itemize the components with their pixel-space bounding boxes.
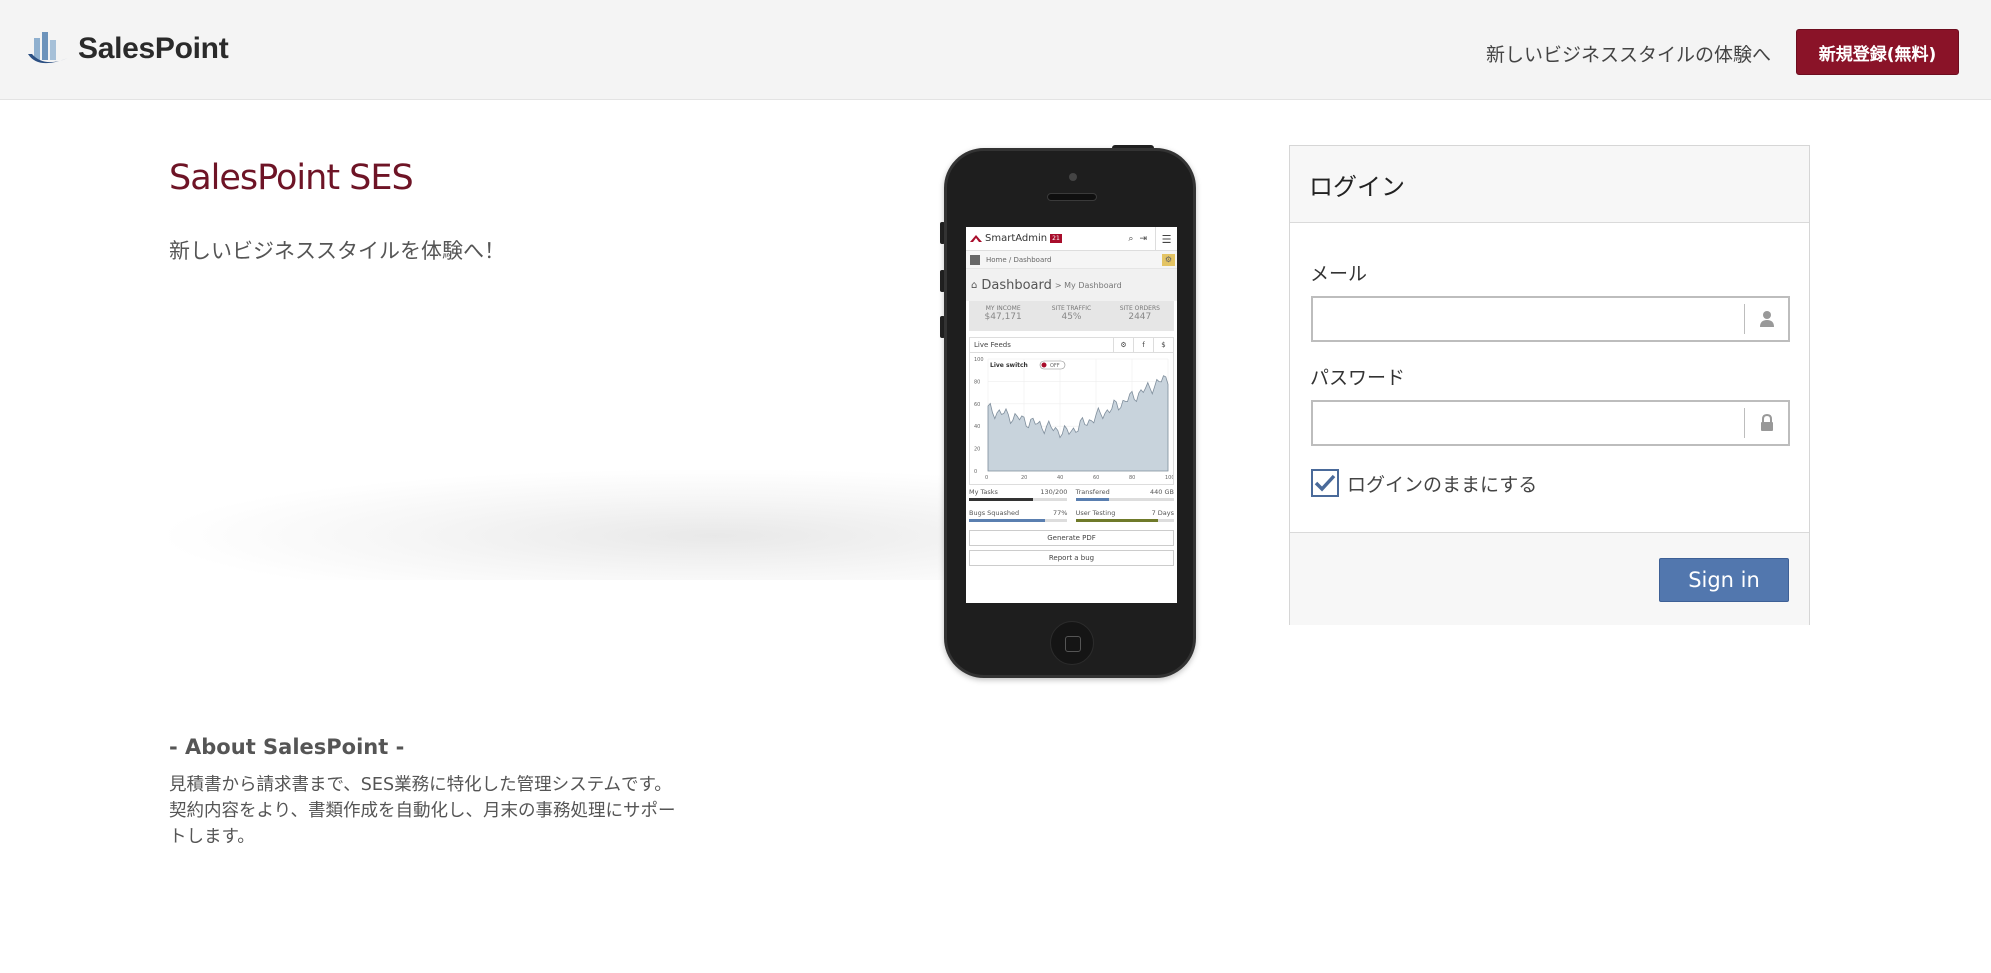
smartadmin-logo-icon bbox=[970, 234, 982, 242]
app-live-chart: 100 80 60 40 20 0 0 20 40 60 80 100 Live switch OFF bbox=[969, 353, 1174, 485]
page-subtitle: 新しいビジネススタイルを体験へ！ bbox=[169, 239, 505, 263]
remember-me-checkbox[interactable] bbox=[1311, 469, 1339, 497]
login-footer: Sign in bbox=[1290, 532, 1809, 625]
app-toolbar-icons: ⌕⇥ bbox=[1128, 234, 1153, 244]
chart-y-tick: 0 bbox=[974, 469, 977, 475]
login-panel: ログイン メール パスワード ログインのままにする Sign in bbox=[1289, 145, 1810, 625]
live-feeds-tab: Live Feeds bbox=[974, 341, 1011, 349]
decorative-swoosh bbox=[169, 470, 949, 580]
breadcrumb-text: Home / Dashboard bbox=[986, 255, 1052, 264]
chart-y-tick: 40 bbox=[974, 424, 980, 430]
app-progress-bars: My Tasks 130/200 Transfered 440 GB Bugs Sq… bbox=[969, 488, 1174, 522]
brand-logo[interactable]: SalesPoint bbox=[24, 28, 229, 70]
header-tagline: 新しいビジネススタイルの体験へ bbox=[1485, 44, 1771, 66]
register-button[interactable]: 新規登録(無料) bbox=[1796, 29, 1959, 75]
password-label: パスワード bbox=[1310, 367, 1406, 389]
chart-y-tick: 80 bbox=[974, 379, 980, 385]
app-topbar: SmartAdmin 21 ⌕⇥ ☰ bbox=[966, 227, 1177, 251]
phone-mockup: SmartAdmin 21 ⌕⇥ ☰ Home / Dashboard ⚙ ⌂ … bbox=[944, 148, 1196, 678]
progress-transfered: Transfered 440 GB bbox=[1075, 488, 1174, 501]
progress-user-testing: User Testing 7 Days bbox=[1075, 509, 1174, 522]
dollar-tab-icon: $ bbox=[1153, 338, 1173, 352]
dashboard-title: Dashboard bbox=[981, 277, 1052, 293]
password-field-wrapper bbox=[1311, 400, 1790, 446]
app-dashboard-title: ⌂ Dashboard > My Dashboard bbox=[966, 269, 1177, 301]
salespoint-logo-icon bbox=[28, 32, 68, 64]
app-badge: 21 bbox=[1050, 234, 1062, 243]
home-icon: ⌂ bbox=[971, 279, 978, 291]
chart-x-tick: 80 bbox=[1129, 475, 1135, 481]
remember-me-label: ログインのままにする bbox=[1347, 473, 1538, 496]
top-header: SalesPoint 新しいビジネススタイルの体験へ 新規登録(無料) bbox=[0, 0, 1991, 100]
logout-icon: ⇥ bbox=[1139, 234, 1153, 244]
gear-icon: ⚙ bbox=[1162, 254, 1175, 266]
app-logo: SmartAdmin 21 bbox=[970, 233, 1062, 244]
app-breadcrumb: Home / Dashboard ⚙ bbox=[966, 251, 1177, 269]
report-bug-button: Report a bug bbox=[969, 550, 1174, 566]
chart-x-tick: 0 bbox=[985, 475, 988, 481]
app-feed-tabs: Live Feeds ⚙ f $ bbox=[969, 337, 1174, 353]
app-stats: MY INCOME $47,171 SITE TRAFFIC 45% SITE OR… bbox=[969, 301, 1174, 331]
brand-name: SalesPoint bbox=[78, 32, 229, 65]
live-switch-label: Live switch bbox=[990, 362, 1028, 369]
remember-me-toggle[interactable]: ログインのままにする bbox=[1311, 469, 1537, 497]
search-icon: ⌕ bbox=[1128, 234, 1140, 244]
stat-traffic: SITE TRAFFIC 45% bbox=[1051, 305, 1092, 322]
hamburger-menu-icon: ☰ bbox=[1155, 227, 1177, 251]
phone-speaker bbox=[1047, 193, 1097, 201]
stat-orders: SITE ORDERS 2447 bbox=[1119, 305, 1160, 322]
lock-icon bbox=[1744, 408, 1788, 438]
login-title: ログイン bbox=[1290, 146, 1809, 223]
dashboard-subtitle: > My Dashboard bbox=[1054, 280, 1122, 290]
user-icon bbox=[1744, 304, 1788, 334]
password-input[interactable] bbox=[1313, 402, 1743, 444]
live-switch-state: OFF bbox=[1050, 363, 1060, 369]
stat-income: MY INCOME $47,171 bbox=[984, 305, 1022, 322]
settings-tab-icon: ⚙ bbox=[1113, 338, 1133, 352]
generate-pdf-button: Generate PDF bbox=[969, 530, 1174, 546]
chart-y-tick: 20 bbox=[974, 447, 980, 453]
refresh-icon bbox=[970, 254, 980, 265]
phone-home-button bbox=[1050, 621, 1094, 665]
check-icon bbox=[1314, 474, 1336, 492]
chart-x-tick: 100 bbox=[1165, 475, 1173, 481]
sign-in-button[interactable]: Sign in bbox=[1659, 558, 1789, 602]
chart-x-tick: 60 bbox=[1093, 475, 1099, 481]
phone-camera bbox=[1069, 173, 1077, 181]
progress-my-tasks: My Tasks 130/200 bbox=[969, 488, 1068, 501]
progress-bugs-squashed: Bugs Squashed 77% bbox=[969, 509, 1068, 522]
phone-screen: SmartAdmin 21 ⌕⇥ ☰ Home / Dashboard ⚙ ⌂ … bbox=[966, 227, 1177, 603]
chart-x-tick: 40 bbox=[1057, 475, 1063, 481]
about-title: - About SalesPoint - bbox=[169, 735, 405, 759]
email-label: メール bbox=[1310, 263, 1368, 285]
app-name: SmartAdmin bbox=[985, 233, 1048, 244]
email-input[interactable] bbox=[1313, 298, 1743, 340]
chart-y-tick: 100 bbox=[974, 357, 984, 363]
chart-x-tick: 20 bbox=[1021, 475, 1027, 481]
page-title: SalesPoint SES bbox=[169, 158, 414, 198]
chart-y-tick: 60 bbox=[974, 402, 980, 408]
email-field-wrapper bbox=[1311, 296, 1790, 342]
facebook-tab-icon: f bbox=[1133, 338, 1153, 352]
about-text: 見積書から請求書まで、SES業務に特化した管理システムです。契約内容をより、書類… bbox=[169, 775, 676, 847]
live-chart-graphic: 100 80 60 40 20 0 0 20 40 60 80 100 Live switch OFF bbox=[974, 357, 1173, 481]
